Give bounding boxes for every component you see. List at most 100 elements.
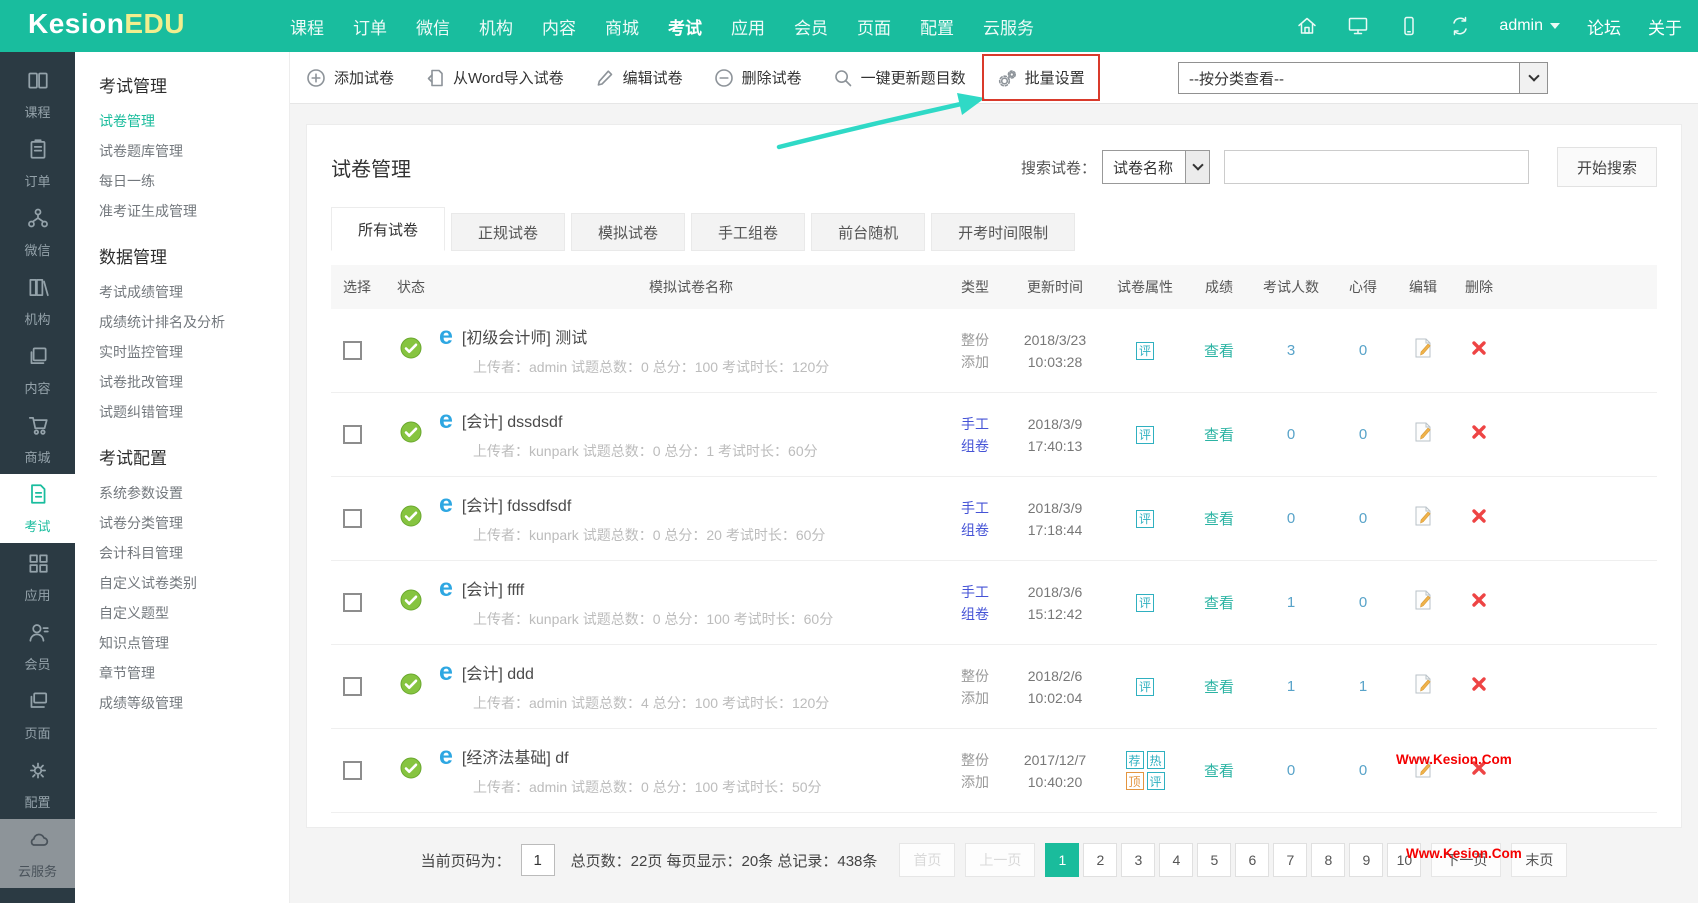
edit-row-icon[interactable] <box>1412 589 1434 611</box>
attr-badge-顶[interactable]: 顶 <box>1125 772 1144 790</box>
exam-count[interactable]: 1 <box>1251 594 1331 611</box>
exam-count[interactable]: 0 <box>1251 426 1331 443</box>
topnav-item-11[interactable]: 云服务 <box>983 14 1034 39</box>
submenu-item[interactable]: 系统参数设置 <box>99 478 289 508</box>
submenu-item[interactable]: 成绩等级管理 <box>99 688 289 718</box>
tab-4[interactable]: 前台随机 <box>811 213 926 251</box>
sidebar-item-5[interactable]: 商城 <box>0 405 75 474</box>
topnav-item-1[interactable]: 订单 <box>353 14 387 39</box>
sidebar-item-6[interactable]: 考试 <box>0 474 75 543</box>
sidebar-item-8[interactable]: 会员 <box>0 612 75 681</box>
delete-row-icon[interactable] <box>1471 424 1487 440</box>
attr-badge-热[interactable]: 热 <box>1146 751 1165 769</box>
exam-count[interactable]: 1 <box>1251 678 1331 695</box>
topnav-item-9[interactable]: 页面 <box>857 14 891 39</box>
row-checkbox[interactable] <box>343 425 362 444</box>
attr-badge-评[interactable]: 评 <box>1136 425 1154 444</box>
page-7-button[interactable]: 7 <box>1273 843 1308 877</box>
submenu-item[interactable]: 试卷分类管理 <box>99 508 289 538</box>
attr-badge-评[interactable]: 评 <box>1136 677 1154 696</box>
submenu-item[interactable]: 成绩统计排名及分析 <box>99 307 289 337</box>
topnav-item-4[interactable]: 内容 <box>542 14 576 39</box>
page-3-button[interactable]: 3 <box>1121 843 1156 877</box>
topnav-item-6[interactable]: 考试 <box>668 14 702 39</box>
submenu-item[interactable]: 试卷批改管理 <box>99 367 289 397</box>
notes-count[interactable]: 1 <box>1331 678 1395 695</box>
sidebar-item-9[interactable]: 页面 <box>0 681 75 750</box>
sidebar-item-0[interactable]: 课程 <box>0 60 75 129</box>
toolbar-button-4[interactable]: 一键更新题目数 <box>833 67 966 88</box>
page-10-button[interactable]: 10 <box>1387 843 1422 877</box>
view-score-link[interactable]: 查看 <box>1204 343 1234 360</box>
view-score-link[interactable]: 查看 <box>1204 595 1234 612</box>
current-page-input[interactable]: 1 <box>520 844 555 876</box>
paper-title[interactable]: [会计] dssdsdf <box>462 408 562 432</box>
sidebar-item-3[interactable]: 机构 <box>0 267 75 336</box>
tab-5[interactable]: 开考时间限制 <box>931 213 1076 251</box>
toolbar-button-0[interactable]: 添加试卷 <box>306 67 394 88</box>
view-score-link[interactable]: 查看 <box>1204 679 1234 696</box>
page-9-button[interactable]: 9 <box>1349 843 1384 877</box>
submenu-item[interactable]: 知识点管理 <box>99 628 289 658</box>
sidebar-item-11[interactable]: 云服务 <box>0 819 75 888</box>
edit-row-icon[interactable] <box>1412 421 1434 443</box>
attr-badge-荐[interactable]: 荐 <box>1125 751 1144 769</box>
next-page-button[interactable]: 下一页 <box>1431 843 1502 877</box>
sidebar-item-4[interactable]: 内容 <box>0 336 75 405</box>
edit-row-icon[interactable] <box>1412 757 1434 779</box>
topnav-item-2[interactable]: 微信 <box>416 14 450 39</box>
toolbar-button-3[interactable]: 删除试卷 <box>714 67 802 88</box>
topnav-item-0[interactable]: 课程 <box>290 14 324 39</box>
delete-row-icon[interactable] <box>1471 592 1487 608</box>
row-checkbox[interactable] <box>343 509 362 528</box>
tab-3[interactable]: 手工组卷 <box>691 213 806 251</box>
page-8-button[interactable]: 8 <box>1311 843 1346 877</box>
search-type-select[interactable]: 试卷名称 <box>1102 150 1210 184</box>
edit-row-icon[interactable] <box>1412 673 1434 695</box>
submenu-item[interactable]: 试卷管理 <box>99 106 289 136</box>
delete-row-icon[interactable] <box>1471 508 1487 524</box>
attr-badge-评[interactable]: 评 <box>1136 341 1154 360</box>
view-score-link[interactable]: 查看 <box>1204 763 1234 780</box>
page-4-button[interactable]: 4 <box>1159 843 1194 877</box>
edit-row-icon[interactable] <box>1412 337 1434 359</box>
category-filter-select[interactable]: --按分类查看-- <box>1178 62 1548 94</box>
tab-1[interactable]: 正规试卷 <box>451 213 566 251</box>
page-1-button[interactable]: 1 <box>1045 843 1080 877</box>
sidebar-item-7[interactable]: 应用 <box>0 543 75 612</box>
paper-type[interactable]: 手工 组卷 <box>943 581 1007 625</box>
paper-title[interactable]: [会计] ddd <box>462 660 534 684</box>
user-menu[interactable]: admin <box>1499 17 1560 35</box>
tab-0[interactable]: 所有试卷 <box>331 207 446 251</box>
forum-link[interactable]: 论坛 <box>1587 14 1621 39</box>
view-score-link[interactable]: 查看 <box>1204 511 1234 528</box>
sidebar-item-1[interactable]: 订单 <box>0 129 75 198</box>
attr-badge-评[interactable]: 评 <box>1136 593 1154 612</box>
notes-count[interactable]: 0 <box>1331 510 1395 527</box>
exam-count[interactable]: 0 <box>1251 510 1331 527</box>
submenu-item[interactable]: 实时监控管理 <box>99 337 289 367</box>
paper-title[interactable]: [会计] fdssdfsdf <box>462 492 571 516</box>
mobile-icon[interactable] <box>1397 14 1421 38</box>
first-page-button[interactable]: 首页 <box>899 843 956 877</box>
paper-title[interactable]: [经济法基础] df <box>462 744 569 768</box>
submenu-item[interactable]: 自定义题型 <box>99 598 289 628</box>
attr-badge-评[interactable]: 评 <box>1136 509 1154 528</box>
paper-title[interactable]: [初级会计师] 测试 <box>462 324 587 348</box>
submenu-item[interactable]: 准考证生成管理 <box>99 196 289 226</box>
home-icon[interactable] <box>1295 14 1319 38</box>
row-checkbox[interactable] <box>343 593 362 612</box>
topnav-item-8[interactable]: 会员 <box>794 14 828 39</box>
submenu-item[interactable]: 试卷题库管理 <box>99 136 289 166</box>
page-6-button[interactable]: 6 <box>1235 843 1270 877</box>
delete-row-icon[interactable] <box>1471 760 1487 776</box>
toolbar-button-2[interactable]: 编辑试卷 <box>595 67 683 88</box>
edit-row-icon[interactable] <box>1412 505 1434 527</box>
sidebar-item-2[interactable]: 微信 <box>0 198 75 267</box>
submenu-item[interactable]: 章节管理 <box>99 658 289 688</box>
search-input[interactable] <box>1224 150 1529 184</box>
app-logo[interactable]: KesionEDU <box>28 8 185 40</box>
paper-type[interactable]: 手工 组卷 <box>943 497 1007 541</box>
exam-count[interactable]: 3 <box>1251 342 1331 359</box>
paper-type[interactable]: 手工 组卷 <box>943 413 1007 457</box>
